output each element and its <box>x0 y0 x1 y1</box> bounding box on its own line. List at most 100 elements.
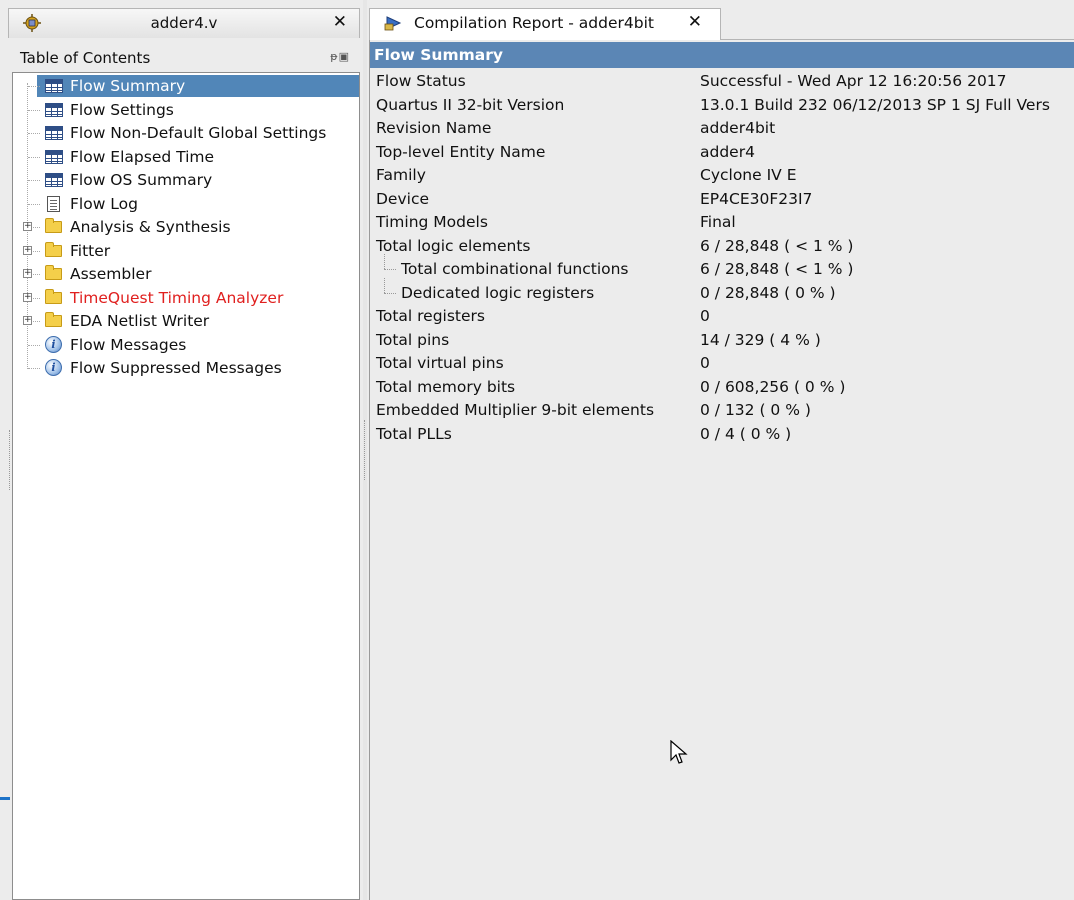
toc-item-flow-os-summary[interactable]: Flow OS Summary <box>13 169 359 191</box>
close-icon[interactable]: ✕ <box>333 12 347 32</box>
document-icon <box>47 196 60 212</box>
report-row: Flow Status Successful - Wed Apr 12 16:20… <box>370 70 1074 93</box>
report-value: 0 <box>700 307 710 325</box>
report-key: Family <box>376 166 426 184</box>
toc-item-label: TimeQuest Timing Analyzer <box>70 289 284 307</box>
report-key: Top-level Entity Name <box>376 143 546 161</box>
folder-icon <box>45 265 62 280</box>
report-key: Total memory bits <box>376 378 516 396</box>
report-value: 0 / 608,256 ( 0 % ) <box>700 378 846 396</box>
toc-item-fitter[interactable]: + Fitter <box>13 240 359 262</box>
folder-icon <box>45 218 62 233</box>
toc-item-label: Flow OS Summary <box>70 171 213 189</box>
report-value: Successful - Wed Apr 12 16:20:56 2017 <box>700 72 1007 90</box>
report-value: adder4bit <box>700 119 776 137</box>
toc-item-flow-messages[interactable]: i Flow Messages <box>13 334 359 356</box>
report-key: Device <box>376 190 430 208</box>
report-value: 0 / 28,848 ( 0 % ) <box>700 284 836 302</box>
toc-item-flow-elapsed-time[interactable]: Flow Elapsed Time <box>13 146 359 168</box>
report-key: Total combinational functions <box>401 260 629 278</box>
toc-item-flow-settings[interactable]: Flow Settings <box>13 99 359 121</box>
report-row: Timing Models Final <box>370 211 1074 234</box>
toc-item-flow-log[interactable]: Flow Log <box>13 193 359 215</box>
toc-header: Table of Contents ᵽ▣ <box>8 44 360 72</box>
report-value: 6 / 28,848 ( < 1 % ) <box>700 237 854 255</box>
report-key: Quartus II 32-bit Version <box>376 96 565 114</box>
table-icon <box>45 150 63 164</box>
report-row: Total pins 14 / 329 ( 4 % ) <box>370 329 1074 352</box>
toc-item-eda-netlist-writer[interactable]: + EDA Netlist Writer <box>13 310 359 332</box>
report-key: Embedded Multiplier 9-bit elements <box>376 401 655 419</box>
tab-title: Compilation Report - adder4bit <box>414 14 654 32</box>
report-row: Total combinational functions 6 / 28,848 … <box>370 254 1074 281</box>
report-value: 0 <box>700 354 710 372</box>
toc-item-label: Assembler <box>70 265 152 283</box>
folder-icon <box>45 242 62 257</box>
report-row: Total memory bits 0 / 608,256 ( 0 % ) <box>370 376 1074 399</box>
tab-adder4-v[interactable]: adder4.v ✕ <box>8 8 360 38</box>
resize-grip[interactable] <box>9 430 12 490</box>
toc-item-label: Flow Messages <box>70 336 187 354</box>
report-value: 6 / 28,848 ( < 1 % ) <box>700 260 854 278</box>
tab-compilation-report[interactable]: Compilation Report - adder4bit ✕ <box>369 8 721 40</box>
table-icon <box>45 173 63 187</box>
toc-item-label: Flow Summary <box>70 77 186 95</box>
close-icon[interactable]: ✕ <box>688 12 702 32</box>
report-key: Total pins <box>376 331 450 349</box>
toc-item-timequest-timing-analyzer[interactable]: + TimeQuest Timing Analyzer <box>13 287 359 309</box>
toc-item-flow-summary[interactable]: Flow Summary <box>13 75 359 97</box>
info-icon: i <box>45 336 62 353</box>
expand-icon[interactable]: + <box>23 316 32 325</box>
toc-item-analysis-synthesis[interactable]: + Analysis & Synthesis <box>13 216 359 238</box>
report-row: Quartus II 32-bit Version 13.0.1 Build 23… <box>370 94 1074 117</box>
toc-item-label: Flow Suppressed Messages <box>70 359 282 377</box>
report-key: Dedicated logic registers <box>401 284 595 302</box>
toc-item-label: Flow Non-Default Global Settings <box>70 124 327 142</box>
toc-item-label: Analysis & Synthesis <box>70 218 231 236</box>
report-row: Top-level Entity Name adder4 <box>370 141 1074 164</box>
folder-icon <box>45 289 62 304</box>
report-row: Total logic elements 6 / 28,848 ( < 1 % ) <box>370 235 1074 258</box>
splitter-grip[interactable] <box>364 420 367 480</box>
report-value: 14 / 329 ( 4 % ) <box>700 331 821 349</box>
pin-icon[interactable]: ᵽ▣ <box>330 50 350 63</box>
toc-tree[interactable]: Flow Summary Flow Settings Flow Non-Defaul… <box>12 72 360 900</box>
report-key: Timing Models <box>376 213 488 231</box>
expand-icon[interactable]: + <box>23 246 32 255</box>
tab-title: adder4.v <box>150 14 218 32</box>
edge-marker <box>0 797 10 800</box>
toc-item-label: EDA Netlist Writer <box>70 312 210 330</box>
report-panel: Flow Summary Flow Status Successful - Wed… <box>369 40 1074 900</box>
expand-icon[interactable]: + <box>23 293 32 302</box>
report-value: Cyclone IV E <box>700 166 797 184</box>
report-row: Dedicated logic registers 0 / 28,848 ( 0 … <box>370 278 1074 305</box>
report-key: Total PLLs <box>376 425 452 443</box>
report-row: Device EP4CE30F23I7 <box>370 188 1074 211</box>
report-section-title: Flow Summary <box>370 42 1074 68</box>
report-value: 0 / 132 ( 0 % ) <box>700 401 811 419</box>
report-value: EP4CE30F23I7 <box>700 190 813 208</box>
toc-item-assembler[interactable]: + Assembler <box>13 263 359 285</box>
toc-item-label: Flow Log <box>70 195 138 213</box>
report-row: Total registers 0 <box>370 305 1074 328</box>
report-key: Total registers <box>376 307 485 325</box>
report-row: Total virtual pins 0 <box>370 352 1074 375</box>
expand-icon[interactable]: + <box>23 222 32 231</box>
info-icon: i <box>45 359 62 376</box>
expand-icon[interactable]: + <box>23 269 32 278</box>
report-row: Embedded Multiplier 9-bit elements 0 / 13… <box>370 399 1074 422</box>
report-value: Final <box>700 213 736 231</box>
toc-title: Table of Contents <box>20 49 151 67</box>
report-value: 13.0.1 Build 232 06/12/2013 SP 1 SJ Full… <box>700 96 1050 114</box>
report-key: Total virtual pins <box>376 354 504 372</box>
toc-item-flow-non-default-global-settings[interactable]: Flow Non-Default Global Settings <box>13 122 359 144</box>
toc-item-flow-suppressed-messages[interactable]: i Flow Suppressed Messages <box>13 357 359 379</box>
report-key: Flow Status <box>376 72 466 90</box>
mouse-pointer-icon <box>670 740 688 764</box>
folder-icon <box>45 312 62 327</box>
report-row: Total PLLs 0 / 4 ( 0 % ) <box>370 423 1074 446</box>
report-row: Revision Name adder4bit <box>370 117 1074 140</box>
report-key: Revision Name <box>376 119 492 137</box>
report-key: Total logic elements <box>376 237 531 255</box>
table-icon <box>45 79 63 93</box>
